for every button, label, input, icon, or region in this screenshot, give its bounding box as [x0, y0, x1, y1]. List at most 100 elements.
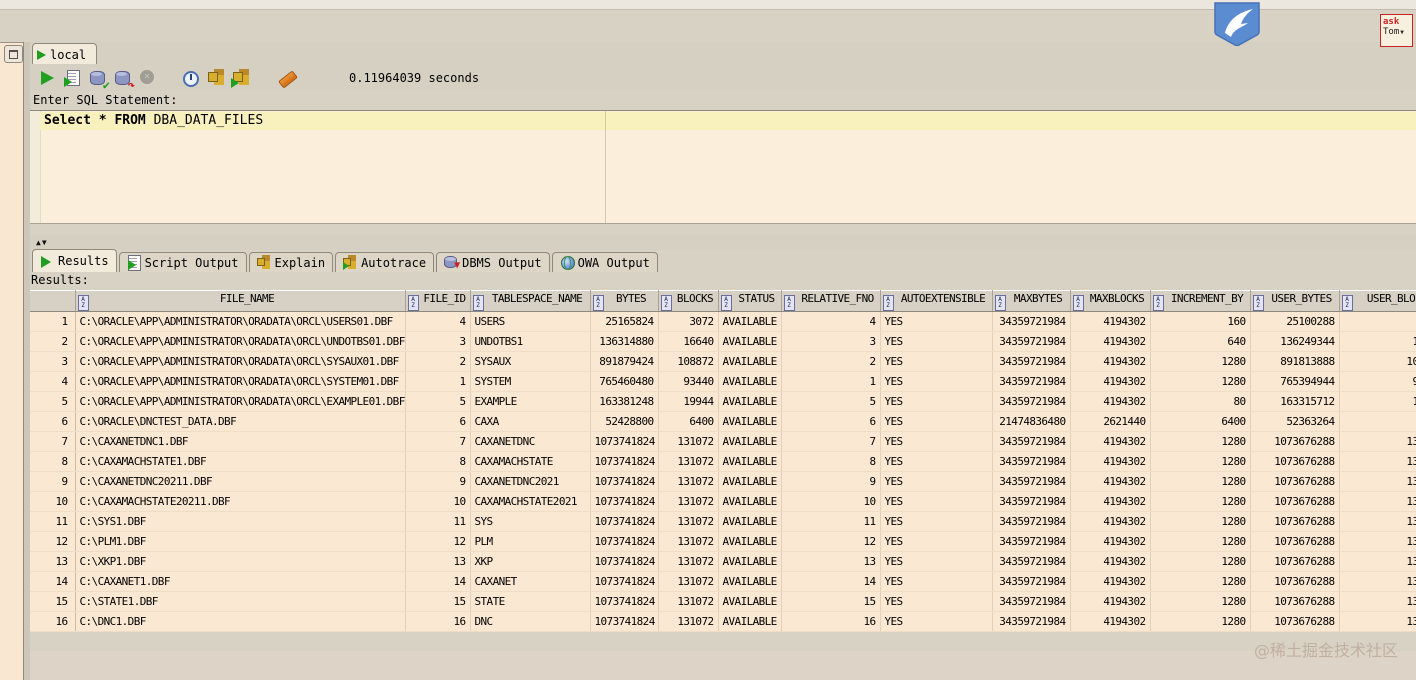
grid-cell[interactable]: YES [880, 451, 993, 472]
tab-results[interactable]: Results [32, 249, 117, 272]
column-header-maxbytes[interactable]: A Z MAXBYTES [992, 290, 1071, 312]
column-header-autoextensible[interactable]: A Z AUTOEXTENSIBLE [880, 290, 993, 312]
grid-cell[interactable]: 1073676288 [1250, 451, 1340, 472]
grid-cell[interactable]: 3072 [658, 311, 719, 332]
grid-cell[interactable]: 21474836480 [992, 411, 1071, 432]
grid-cell[interactable]: C:\SYS1.DBF [75, 511, 406, 532]
autotrace-button[interactable] [231, 68, 251, 88]
table-row[interactable]: 5 C:\ORACLE\APP\ADMINISTRATOR\ORADATA\ORC… [30, 391, 1416, 412]
grid-cell[interactable]: 131072 [658, 551, 719, 572]
grid-cell[interactable]: 765394944 [1250, 371, 1340, 392]
grid-cell[interactable]: 1 [781, 371, 881, 392]
grid-cell[interactable]: 11 [405, 511, 471, 532]
grid-cell[interactable]: 7 [405, 431, 471, 452]
column-header-blocks[interactable]: A Z BLOCKS [658, 290, 719, 312]
clear-button[interactable] [278, 68, 298, 88]
grid-cell[interactable]: 8 [405, 451, 471, 472]
grid-cell[interactable]: 34359721984 [992, 591, 1071, 612]
column-header-status[interactable]: A Z STATUS [718, 290, 782, 312]
row-number-cell[interactable]: 5 [30, 391, 76, 412]
grid-cell[interactable]: AVAILABLE [718, 511, 782, 532]
tab-script-output[interactable]: Script Output [118, 252, 247, 272]
grid-cell[interactable]: 640 [1150, 331, 1251, 352]
grid-cell[interactable]: 1280 [1150, 451, 1251, 472]
table-row[interactable]: 4 C:\ORACLE\APP\ADMINISTRATOR\ORADATA\ORC… [30, 371, 1416, 392]
grid-cell[interactable]: 3 [405, 331, 471, 352]
grid-cell[interactable]: AVAILABLE [718, 411, 782, 432]
grid-cell[interactable]: 1073741824 [590, 431, 659, 452]
grid-cell[interactable]: 1280 [1150, 591, 1251, 612]
table-row[interactable]: 13 C:\XKP1.DBF 13 XKP 1073741824 131072 AVAILA… [30, 551, 1416, 572]
grid-cell[interactable]: 12 [405, 531, 471, 552]
grid-cell[interactable]: 131072 [658, 451, 719, 472]
grid-cell[interactable]: 1280 [1150, 611, 1251, 632]
tab-dbms-output[interactable]: ▼ DBMS Output [436, 252, 550, 272]
grid-cell[interactable]: 16 [781, 611, 881, 632]
grid-cell[interactable]: 163315712 [1250, 391, 1340, 412]
grid-cell[interactable]: 2 [405, 351, 471, 372]
grid-cell[interactable]: 10 [405, 491, 471, 512]
grid-cell[interactable]: 891879424 [590, 351, 659, 372]
grid-cell[interactable]: 1073676288 [1250, 491, 1340, 512]
grid-cell[interactable]: CAXA [470, 411, 591, 432]
grid-cell[interactable]: 34359721984 [992, 551, 1071, 572]
grid-cell[interactable]: 5 [405, 391, 471, 412]
grid-cell[interactable]: 1280 [1150, 351, 1251, 372]
grid-cell[interactable]: C:\DNC1.DBF [75, 611, 406, 632]
grid-cell[interactable]: 52428800 [590, 411, 659, 432]
grid-cell[interactable]: 80 [1150, 391, 1251, 412]
grid-cell[interactable]: 2 [781, 351, 881, 372]
grid-cell[interactable]: 1 [405, 371, 471, 392]
column-header-file_id[interactable]: A Z FILE_ID [405, 290, 471, 312]
grid-cell[interactable]: 13 [781, 551, 881, 572]
connection-tab-local[interactable]: local [32, 43, 98, 65]
row-number-cell[interactable]: 8 [30, 451, 76, 472]
grid-cell[interactable]: 131072 [658, 591, 719, 612]
grid-cell[interactable]: AVAILABLE [718, 351, 782, 372]
grid-cell[interactable]: 34359721984 [992, 351, 1071, 372]
grid-cell[interactable]: 131 [1339, 531, 1416, 552]
grid-cell[interactable]: CAXANETDNC2021 [470, 471, 591, 492]
grid-cell[interactable]: 15 [781, 591, 881, 612]
row-number-cell[interactable]: 13 [30, 551, 76, 572]
grid-cell[interactable]: YES [880, 611, 993, 632]
column-header-tablespace_name[interactable]: A Z TABLESPACE_NAME [470, 290, 591, 312]
grid-cell[interactable]: 131 [1339, 451, 1416, 472]
grid-cell[interactable]: 1280 [1150, 371, 1251, 392]
grid-cell[interactable]: 1073741824 [590, 471, 659, 492]
grid-cell[interactable]: 163381248 [590, 391, 659, 412]
sql-statement-text[interactable]: Select * FROM DBA_DATA_FILES [44, 113, 263, 128]
grid-cell[interactable]: 1073741824 [590, 491, 659, 512]
grid-cell[interactable]: C:\ORACLE\APP\ADMINISTRATOR\ORADATA\ORCL… [75, 351, 406, 372]
tab-autotrace[interactable]: Autotrace [335, 252, 435, 272]
horizontal-splitter[interactable]: ▲▼ [30, 235, 1416, 250]
grid-cell[interactable]: 4194302 [1070, 591, 1151, 612]
grid-cell[interactable]: AVAILABLE [718, 391, 782, 412]
grid-cell[interactable]: AVAILABLE [718, 591, 782, 612]
grid-cell[interactable]: 34359721984 [992, 331, 1071, 352]
row-number-cell[interactable]: 7 [30, 431, 76, 452]
grid-cell[interactable]: 6400 [658, 411, 719, 432]
grid-cell[interactable]: 1073741824 [590, 611, 659, 632]
grid-cell[interactable]: 131072 [658, 471, 719, 492]
grid-cell[interactable]: STATE [470, 591, 591, 612]
grid-cell[interactable]: 1073676288 [1250, 591, 1340, 612]
grid-cell[interactable]: 16 [405, 611, 471, 632]
table-row[interactable]: 11 C:\SYS1.DBF 11 SYS 1073741824 131072 AVAILA… [30, 511, 1416, 532]
grid-cell[interactable]: CAXANETDNC [470, 431, 591, 452]
grid-cell[interactable]: 34359721984 [992, 471, 1071, 492]
grid-cell[interactable]: YES [880, 591, 993, 612]
grid-cell[interactable]: 131072 [658, 611, 719, 632]
grid-cell[interactable]: 1280 [1150, 491, 1251, 512]
grid-cell[interactable]: CAXAMACHSTATE [470, 451, 591, 472]
row-number-cell[interactable]: 4 [30, 371, 76, 392]
grid-cell[interactable]: PLM [470, 531, 591, 552]
grid-cell[interactable]: AVAILABLE [718, 491, 782, 512]
grid-cell[interactable]: C:\ORACLE\APP\ADMINISTRATOR\ORADATA\ORCL… [75, 311, 406, 332]
grid-cell[interactable]: 1073741824 [590, 591, 659, 612]
grid-cell[interactable]: 1073741824 [590, 451, 659, 472]
grid-cell[interactable]: 34359721984 [992, 371, 1071, 392]
grid-cell[interactable]: 1280 [1150, 531, 1251, 552]
grid-cell[interactable]: 131 [1339, 571, 1416, 592]
grid-cell[interactable]: 14 [405, 571, 471, 592]
